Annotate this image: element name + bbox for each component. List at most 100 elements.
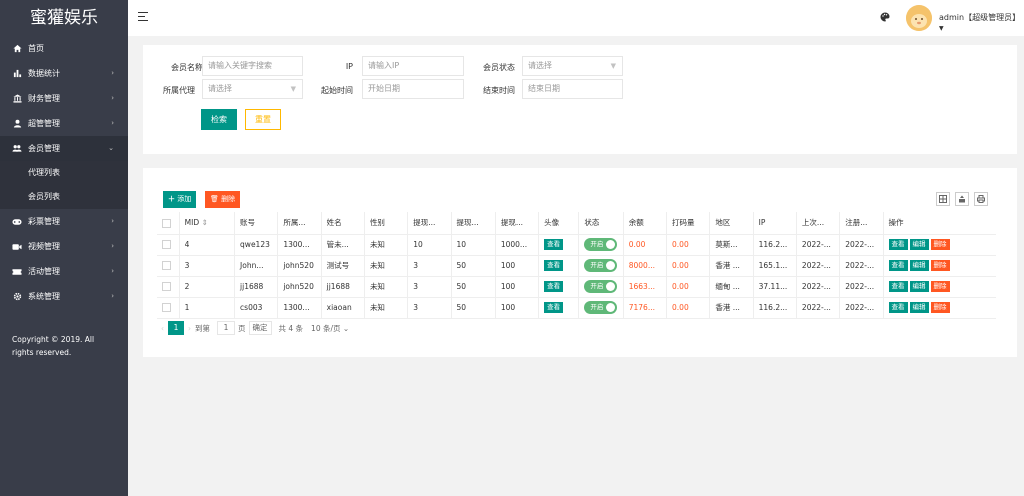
cell-balance: 7176...	[623, 297, 668, 319]
sidebar-item-label: 活动管理	[28, 267, 60, 276]
add-button[interactable]: ＋ 添加	[163, 191, 197, 208]
member-name-input[interactable]: 请输入关键字搜索	[202, 56, 303, 76]
edit-button[interactable]: 编辑	[909, 281, 929, 292]
prev-page-icon[interactable]: ‹	[161, 324, 164, 333]
member-status-select[interactable]: 请选择 ▼	[522, 56, 623, 76]
agent-label: 所属代理	[163, 86, 195, 95]
sidebar-item-admin[interactable]: 超管管理 ›	[0, 111, 128, 136]
select-all-checkbox[interactable]	[157, 212, 180, 235]
submenu-item-agents[interactable]: 代理列表	[0, 161, 128, 185]
edit-button[interactable]: 编辑	[909, 302, 929, 313]
col-header: 操作	[883, 212, 996, 235]
row-checkbox[interactable]	[157, 234, 180, 256]
cell-gender: 未知	[364, 297, 409, 319]
avatar[interactable]	[906, 5, 932, 31]
delete-row-button[interactable]: 删除	[930, 239, 950, 250]
ip-label: IP	[345, 62, 353, 71]
end-date-input[interactable]: 结束日期	[522, 79, 623, 99]
cell-reg: 2022-...	[839, 276, 884, 298]
view-avatar-button[interactable]: 查看	[544, 302, 564, 313]
delete-row-button[interactable]: 删除	[930, 302, 950, 313]
goto-page-input[interactable]: 1	[217, 321, 235, 335]
row-checkbox[interactable]	[157, 297, 180, 319]
edit-button[interactable]: 编辑	[909, 239, 929, 250]
page-current[interactable]: 1	[168, 321, 184, 335]
col-header: 状态	[578, 212, 624, 235]
agent-select[interactable]: 请选择 ▼	[202, 79, 303, 99]
add-label: 添加	[177, 195, 192, 203]
view-button[interactable]: 查看	[888, 260, 908, 271]
cell-avatar: 查看	[538, 276, 580, 298]
sidebar-item-events[interactable]: 活动管理 ›	[0, 259, 128, 284]
view-avatar-button[interactable]: 查看	[544, 239, 564, 250]
cell-status: 开启	[578, 255, 624, 277]
sidebar-item-home[interactable]: 首页	[0, 36, 128, 61]
cell-agent: john520	[277, 276, 322, 298]
cell-region: 香港 ...	[709, 255, 754, 277]
sidebar-item-stats[interactable]: 数据统计 ›	[0, 61, 128, 86]
cell-w3: 100	[495, 255, 540, 277]
status-toggle[interactable]: 开启	[584, 280, 618, 293]
cell-ops: 查看 编辑 删除	[883, 297, 996, 319]
ip-input[interactable]: 请输入IP	[362, 56, 464, 76]
view-button[interactable]: 查看	[888, 302, 908, 313]
cell-ops: 查看 编辑 删除	[883, 276, 996, 298]
print-icon[interactable]	[974, 192, 988, 206]
sidebar-item-label: 超管管理	[28, 119, 60, 128]
bank-icon	[12, 94, 22, 104]
edit-button[interactable]: 编辑	[909, 260, 929, 271]
col-header: 提现...	[451, 212, 496, 235]
per-page-select[interactable]: 10 条/页 ⌄	[311, 323, 349, 334]
col-header: 所属...	[277, 212, 322, 235]
col-header[interactable]: MID ⇕	[179, 212, 236, 235]
palette-icon[interactable]	[880, 12, 890, 22]
view-button[interactable]: 查看	[888, 281, 908, 292]
sidebar-item-label: 视频管理	[28, 242, 60, 251]
chevron-right-icon: ›	[111, 292, 114, 300]
user-menu[interactable]: admin【超级管理员】 ▼	[939, 12, 1024, 32]
user-name: admin【超级管理员】	[939, 13, 1021, 22]
chevron-right-icon: ›	[111, 267, 114, 275]
row-checkbox[interactable]	[157, 255, 180, 277]
delete-button[interactable]: 🗑 删除	[205, 191, 241, 208]
app-logo: 蜜獾娱乐	[30, 8, 98, 28]
cell-w1: 10	[407, 234, 452, 256]
cell-avatar: 查看	[538, 234, 580, 256]
cell-account: qwe123	[234, 234, 279, 256]
sidebar-item-system[interactable]: 系统管理 ›	[0, 284, 128, 309]
cell-w1: 3	[407, 297, 452, 319]
view-button[interactable]: 查看	[888, 239, 908, 250]
status-toggle[interactable]: 开启	[584, 301, 618, 314]
sidebar-item-video[interactable]: 视频管理 ›	[0, 234, 128, 259]
sidebar-item-members[interactable]: 会员管理 ⌄	[0, 136, 128, 161]
cell-w3: 1000...	[495, 234, 540, 256]
search-button[interactable]: 检索	[201, 109, 237, 130]
status-toggle[interactable]: 开启	[584, 259, 618, 272]
export-icon[interactable]	[955, 192, 969, 206]
sort-icon[interactable]: ⇕	[202, 218, 208, 227]
delete-row-button[interactable]: 删除	[930, 281, 950, 292]
row-checkbox[interactable]	[157, 276, 180, 298]
table-row: 2 jj1688 john520 jj1688 未知 3 50 100 查看 开启 1663... 0…	[157, 276, 996, 298]
menu-toggle-icon[interactable]	[138, 12, 148, 21]
start-date-input[interactable]: 开始日期	[362, 79, 464, 99]
member-name-label: 会员名称	[171, 63, 203, 72]
sidebar-item-lottery[interactable]: 彩票管理 ›	[0, 209, 128, 234]
view-avatar-button[interactable]: 查看	[544, 260, 564, 271]
submenu-item-members[interactable]: 会员列表	[0, 185, 128, 209]
sidebar-item-label: 系统管理	[28, 292, 60, 301]
sidebar-item-finance[interactable]: 财务管理 ›	[0, 86, 128, 111]
view-avatar-button[interactable]: 查看	[544, 281, 564, 292]
columns-icon[interactable]	[936, 192, 950, 206]
reset-button[interactable]: 重置	[245, 109, 281, 130]
cell-last: 2022-...	[796, 297, 841, 319]
top-header: admin【超级管理员】 ▼	[128, 0, 1024, 36]
cell-gender: 未知	[364, 234, 409, 256]
total-count: 共 4 条	[278, 323, 304, 333]
status-toggle[interactable]: 开启	[584, 238, 618, 251]
delete-row-button[interactable]: 删除	[930, 260, 950, 271]
member-table-panel: ＋ 添加 🗑 删除 MID ⇕ 账号 所属... 姓名 性别 提现... 提现.…	[143, 168, 1017, 357]
next-page-icon[interactable]: ›	[188, 324, 191, 333]
cell-status: 开启	[578, 297, 624, 319]
goto-confirm-button[interactable]: 确定	[248, 321, 272, 335]
